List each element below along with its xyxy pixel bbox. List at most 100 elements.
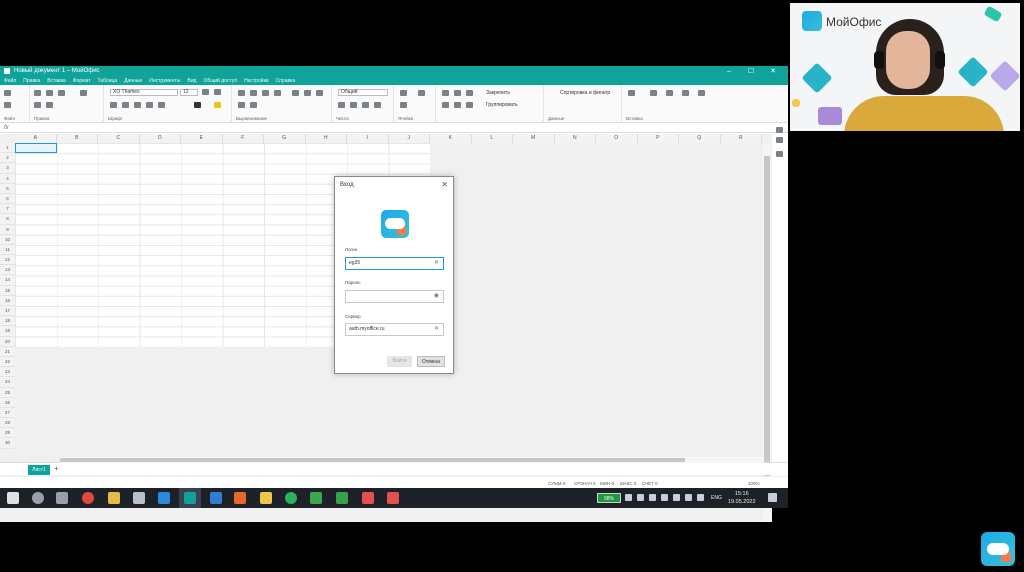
row-header[interactable]: 23 bbox=[0, 367, 15, 378]
cut-icon[interactable] bbox=[34, 90, 41, 96]
menu-sharing[interactable]: Общий доступ bbox=[203, 78, 237, 84]
row-header[interactable]: 18 bbox=[0, 316, 15, 327]
horizontal-scrollbar[interactable] bbox=[60, 457, 763, 463]
password-input[interactable]: ◉ bbox=[345, 290, 444, 303]
function-icon[interactable] bbox=[776, 151, 783, 157]
link-icon[interactable] bbox=[682, 90, 689, 96]
app-green-icon[interactable] bbox=[336, 492, 348, 504]
fill-color-icon[interactable] bbox=[400, 90, 407, 96]
format-painter-icon[interactable] bbox=[80, 90, 87, 96]
freeze-button[interactable]: Закрепить bbox=[486, 90, 510, 96]
align-bottom-icon[interactable] bbox=[316, 90, 323, 96]
formula-bar[interactable]: fx bbox=[0, 123, 788, 133]
column-width-icon[interactable] bbox=[454, 102, 461, 108]
menu-settings[interactable]: Настройки bbox=[244, 78, 269, 84]
horizontal-scroll-thumb[interactable] bbox=[60, 458, 685, 462]
battery-indicator[interactable]: 98% bbox=[597, 493, 621, 503]
row-header[interactable]: 29 bbox=[0, 428, 15, 439]
insert-column-icon[interactable] bbox=[466, 90, 473, 96]
row-header[interactable]: 1 bbox=[0, 143, 15, 154]
row-header[interactable]: 14 bbox=[0, 275, 15, 286]
decrease-decimal-icon[interactable] bbox=[362, 102, 369, 108]
column-header[interactable]: R bbox=[720, 134, 762, 143]
notifications-icon[interactable] bbox=[768, 493, 777, 502]
row-header[interactable]: 9 bbox=[0, 224, 15, 235]
volume-icon[interactable] bbox=[697, 494, 704, 501]
row-header[interactable]: 2 bbox=[0, 153, 15, 164]
row-header[interactable]: 3 bbox=[0, 163, 15, 174]
row-header[interactable]: 28 bbox=[0, 418, 15, 429]
minimize-button[interactable]: – bbox=[718, 68, 740, 75]
row-header[interactable]: 12 bbox=[0, 255, 15, 266]
column-header[interactable]: J bbox=[388, 134, 430, 143]
clear-server-icon[interactable]: ✕ bbox=[434, 324, 439, 335]
column-header[interactable]: G bbox=[264, 134, 306, 143]
menu-tools[interactable]: Инструменты bbox=[149, 78, 180, 84]
column-header[interactable]: L bbox=[471, 134, 513, 143]
column-header[interactable]: C bbox=[98, 134, 140, 143]
tray-icon-3[interactable] bbox=[649, 494, 656, 501]
row-header[interactable]: 19 bbox=[0, 326, 15, 337]
percent-icon[interactable] bbox=[350, 102, 357, 108]
row-header[interactable]: 5 bbox=[0, 183, 15, 194]
menu-format[interactable]: Формат bbox=[73, 78, 91, 84]
app-shield-icon[interactable] bbox=[158, 492, 170, 504]
column-header[interactable]: D bbox=[139, 134, 181, 143]
row-header[interactable]: 17 bbox=[0, 306, 15, 317]
menu-edit[interactable]: Правка bbox=[23, 78, 40, 84]
row-header[interactable]: 21 bbox=[0, 346, 15, 357]
clear-login-icon[interactable]: ✕ bbox=[434, 258, 439, 269]
microphone-icon[interactable] bbox=[661, 494, 668, 501]
row-header[interactable]: 30 bbox=[0, 438, 15, 449]
vertical-scroll-thumb[interactable] bbox=[764, 156, 770, 486]
selected-cell-a1[interactable] bbox=[15, 143, 57, 153]
column-header[interactable]: B bbox=[56, 134, 98, 143]
font-name-select[interactable]: XO Thames bbox=[110, 89, 178, 96]
vscode-icon[interactable] bbox=[210, 492, 222, 504]
font-size-select[interactable]: 12 bbox=[180, 89, 198, 96]
row-height-icon[interactable] bbox=[442, 102, 449, 108]
copy-icon[interactable] bbox=[46, 90, 53, 96]
column-header[interactable]: M bbox=[513, 134, 555, 143]
align-left-icon[interactable] bbox=[238, 90, 245, 96]
save-icon[interactable] bbox=[4, 90, 11, 96]
align-middle-icon[interactable] bbox=[304, 90, 311, 96]
font-shrink-icon[interactable] bbox=[214, 89, 221, 95]
spreadsheet-app-icon[interactable] bbox=[310, 492, 322, 504]
insert-row-icon[interactable] bbox=[442, 90, 449, 96]
bold-icon[interactable] bbox=[110, 102, 117, 108]
language-indicator[interactable]: ENG bbox=[711, 495, 722, 501]
menu-help[interactable]: Справка bbox=[276, 78, 296, 84]
font-color-icon[interactable] bbox=[194, 102, 201, 108]
column-header[interactable]: F bbox=[222, 134, 264, 143]
menu-insert[interactable]: Вставка bbox=[47, 78, 66, 84]
row-header[interactable]: 8 bbox=[0, 214, 15, 225]
column-header[interactable]: O bbox=[596, 134, 638, 143]
server-input[interactable]: auth.myoffice.ru ✕ bbox=[345, 323, 444, 336]
hide-icon[interactable] bbox=[466, 102, 473, 108]
notes-icon[interactable] bbox=[260, 492, 272, 504]
search-icon[interactable] bbox=[776, 137, 783, 143]
row-header[interactable]: 10 bbox=[0, 234, 15, 245]
network-icon[interactable] bbox=[673, 494, 680, 501]
row-header[interactable]: 24 bbox=[0, 377, 15, 388]
subscript-icon[interactable] bbox=[158, 102, 165, 108]
paste-icon[interactable] bbox=[58, 90, 65, 96]
align-right-icon[interactable] bbox=[262, 90, 269, 96]
tray-icon-1[interactable] bbox=[625, 494, 632, 501]
login-input[interactable]: eg35 ✕ bbox=[345, 257, 444, 270]
close-window-button[interactable]: ✕ bbox=[762, 67, 784, 75]
highlight-color-icon[interactable] bbox=[214, 102, 221, 108]
column-header[interactable]: A bbox=[15, 134, 57, 143]
chart-icon[interactable] bbox=[628, 90, 635, 96]
row-header[interactable]: 13 bbox=[0, 265, 15, 276]
add-sheet-button[interactable]: + bbox=[54, 464, 59, 473]
column-header[interactable]: P bbox=[637, 134, 679, 143]
delete-row-icon[interactable] bbox=[454, 90, 461, 96]
image-icon[interactable] bbox=[666, 90, 673, 96]
row-header[interactable]: 16 bbox=[0, 295, 15, 306]
row-header[interactable]: 11 bbox=[0, 244, 15, 256]
more-icon[interactable] bbox=[698, 90, 705, 96]
start-icon[interactable] bbox=[7, 492, 19, 504]
row-header[interactable]: 26 bbox=[0, 397, 15, 408]
